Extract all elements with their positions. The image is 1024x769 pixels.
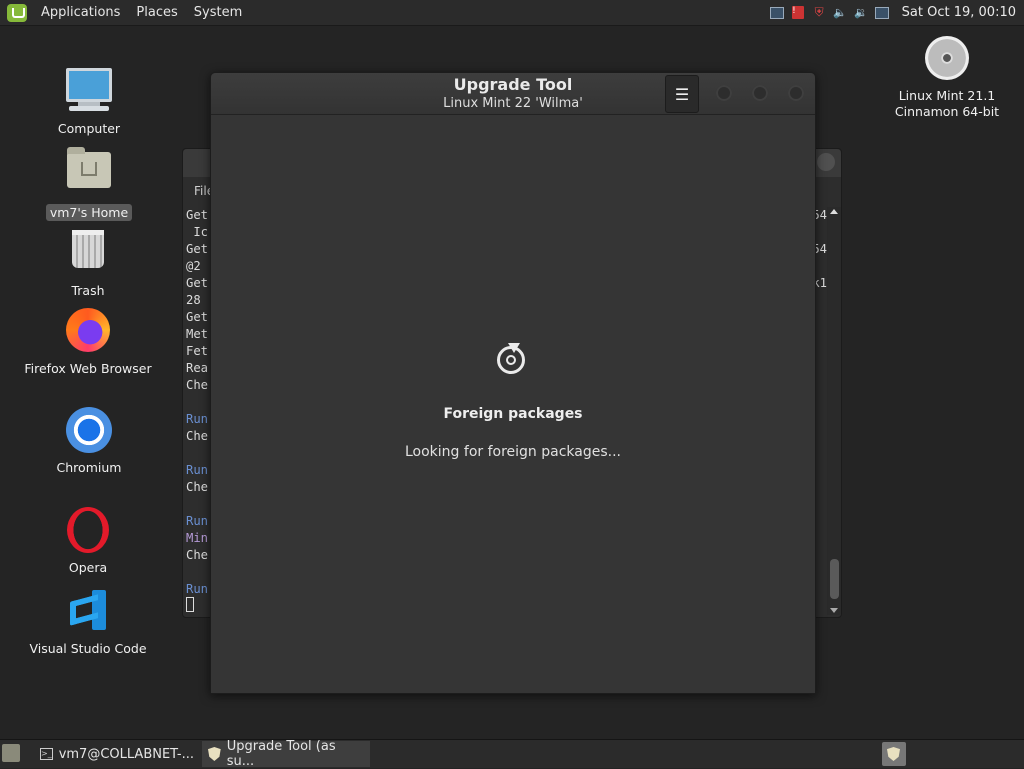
trash-icon [64,230,112,278]
close-button[interactable] [788,85,804,101]
terminal-line: Run [186,514,209,528]
desktop-icon-label: Computer [57,121,121,136]
network-icon[interactable] [770,5,785,20]
status-title: Foreign packages [443,406,583,422]
terminal-line: @2 [186,259,201,273]
terminal-line: Run [186,412,209,426]
desktop-icon-chromium[interactable]: Chromium [19,406,159,476]
desktop-icon-label: Chromium [56,460,122,475]
terminal-line: Get [186,310,209,324]
terminal-line: Min [186,531,209,545]
hamburger-menu-button[interactable]: ☰ [665,75,699,113]
upgrade-tool-headerbar[interactable]: Upgrade Tool Linux Mint 22 'Wilma' ☰ [211,73,815,115]
tray-upgrade-icon[interactable] [882,742,906,766]
shield-icon [887,747,900,761]
terminal-line: Che [186,429,209,443]
firefox-icon [64,308,112,356]
terminal-cursor [186,597,194,612]
desktop-icon-label: vm7's Home [45,204,133,221]
terminal-line: Che [186,548,209,562]
scrollbar-thumb[interactable] [830,559,839,599]
vscode-icon [64,588,112,636]
hamburger-icon: ☰ [674,84,690,104]
show-desktop-icon[interactable] [2,744,20,762]
clock[interactable]: Sat Oct 19, 00:10 [902,5,1016,20]
desktop-icon-label: Firefox Web Browser [24,361,152,376]
disc-label-line1: Linux Mint 21.1 [898,88,996,103]
terminal-output: Get Ic Get @2 Get 28 Get Met Fet Rea Che Run Che R… [186,207,208,598]
minimize-button[interactable] [716,85,732,101]
taskbar-item-label: vm7@COLLABNET-... [58,746,195,762]
mint-menu-icon[interactable] [7,3,27,22]
menu-places[interactable]: Places [128,5,185,20]
desktop-icon-label: Trash [71,283,105,298]
maximize-button[interactable] [752,85,768,101]
scroll-up-icon[interactable] [830,209,838,214]
update-manager-icon[interactable]: ! [791,5,806,20]
menu-applications[interactable]: Applications [33,5,128,20]
home-folder-icon [65,147,113,200]
status-text: Looking for foreign packages... [405,444,621,460]
terminal-line: Che [186,378,209,392]
system-tray: ! ⛨ 🔈 🔉 Sat Oct 19, 00:10 [770,0,1024,25]
taskbar-item-upgrade-tool[interactable]: Upgrade Tool (as su... [202,739,370,769]
top-panel: Applications Places System ! ⛨ 🔈 🔉 Sat O… [0,0,1024,26]
mint-upgrade-logo-icon [497,343,525,374]
terminal-line: Fet [186,344,209,358]
disc-icon [923,36,971,84]
menu-system[interactable]: System [186,5,250,20]
chromium-icon [65,407,113,455]
terminal-line: 28 [186,293,201,307]
volume-icon[interactable]: 🔈 [833,5,848,20]
network-connection-icon[interactable] [875,5,890,20]
terminal-line: Ic [186,225,209,239]
desktop-icon-trash[interactable]: Trash [18,226,158,299]
disc-label-line2: Cinnamon 64-bit [894,104,1000,119]
taskbar-item-terminal[interactable]: >_ vm7@COLLABNET-... [34,741,200,767]
desktop-icon-home[interactable]: vm7's Home [19,146,159,221]
terminal-line: Run [186,463,209,477]
desktop-icon-opera[interactable]: Opera [18,506,158,576]
taskbar-item-label: Upgrade Tool (as su... [226,739,336,769]
opera-icon [64,507,112,555]
scroll-down-icon[interactable] [830,608,838,613]
upgrade-shield-icon [208,747,221,761]
desktop-icon-firefox[interactable]: Firefox Web Browser [18,306,158,377]
terminal-close-button[interactable] [817,153,835,171]
terminal-line: Run [186,582,209,596]
terminal-line: Get [186,276,209,290]
upgrade-tool-window[interactable]: Upgrade Tool Linux Mint 22 'Wilma' ☰ For… [210,72,816,694]
desktop-icon-vscode[interactable]: Visual Studio Code [18,586,158,657]
desktop-icon-label: Opera [68,560,108,575]
terminal-scrollbar[interactable] [827,207,841,615]
shield-icon[interactable]: ⛨ [812,5,827,20]
terminal-line: Che [186,480,209,494]
terminal-line: Met [186,327,209,341]
terminal-line: Rea [186,361,209,375]
terminal-line: Get [186,208,209,222]
bottom-panel: >_ vm7@COLLABNET-... Upgrade Tool (as su… [0,739,1024,769]
desktop-icon-computer[interactable]: Computer [19,66,159,137]
speaker-icon[interactable]: 🔉 [854,5,869,20]
terminal-icon: >_ [40,748,53,760]
desktop-icon-install-disc[interactable]: Linux Mint 21.1 Cinnamon 64-bit [877,34,1017,120]
desktop-icon-label: Visual Studio Code [29,641,147,656]
terminal-line: Get [186,242,209,256]
computer-icon [65,68,113,116]
